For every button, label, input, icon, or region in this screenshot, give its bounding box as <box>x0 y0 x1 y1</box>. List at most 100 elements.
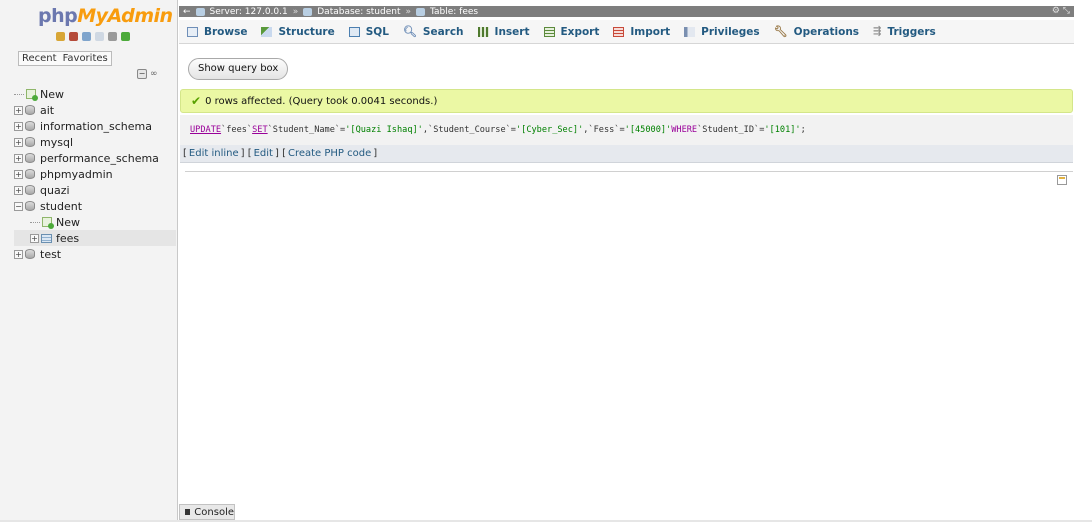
query-action-links: [Edit inline] [Edit] [Create PHP code] <box>180 145 1073 163</box>
page-settings-icon[interactable] <box>1057 175 1067 185</box>
sql-string: '[Quazi Ishaq]' <box>345 125 423 135</box>
tree-item-fees[interactable]: + fees <box>14 230 176 246</box>
expand-icon[interactable]: + <box>14 153 23 163</box>
tab-structure[interactable]: Structure <box>261 26 335 38</box>
tab-insert[interactable]: Insert <box>477 25 530 38</box>
tab-operations[interactable]: 🔧︎ Operations <box>774 25 859 38</box>
tree-item-mysql[interactable]: + mysql <box>14 134 176 150</box>
expand-icon[interactable]: + <box>14 185 23 195</box>
database-icon <box>25 169 35 179</box>
tree-item-label: test <box>40 247 62 261</box>
tree-item-label: quazi <box>40 183 70 197</box>
breadcrumb-table[interactable]: Table: fees <box>430 7 478 17</box>
database-tree: New + ait + information_schema + mysql +… <box>14 86 176 262</box>
docs-icon[interactable] <box>95 32 104 41</box>
tab-export[interactable]: Export <box>543 26 599 38</box>
tree-item-label: information_schema <box>40 119 152 133</box>
tab-label: Triggers <box>887 25 936 38</box>
tab-recent[interactable]: Recent <box>19 52 60 65</box>
exit-icon[interactable] <box>69 32 78 41</box>
tree-item-label: student <box>40 199 83 213</box>
table-tabs: Browse Structure SQL 🔍︎ Search Insert Ex… <box>179 20 1074 44</box>
tab-favorites[interactable]: Favorites <box>60 52 111 65</box>
database-icon <box>25 185 35 195</box>
console-button[interactable]: Console <box>179 504 235 520</box>
database-icon <box>25 249 35 259</box>
expand-icon[interactable]: + <box>14 105 23 115</box>
collapse-arrow-icon[interactable]: ⤡ <box>1063 6 1070 16</box>
bracket: ] [ <box>240 148 252 159</box>
tree-item-ait[interactable]: + ait <box>14 102 176 118</box>
database-icon <box>25 201 35 211</box>
sql-query-display: UPDATE `fees` SET `Student_Name`= '[Quazi… <box>180 115 1073 145</box>
tree-item-label: phpmyadmin <box>40 167 113 181</box>
browse-icon <box>187 26 198 37</box>
navigation-panel: phpMyAdmin Recent Favorites − ∞ New + ai… <box>0 0 178 520</box>
edit-link[interactable]: Edit <box>254 148 273 159</box>
breadcrumb-server[interactable]: Server: 127.0.0.1 <box>210 7 288 17</box>
expand-icon[interactable]: + <box>14 249 23 259</box>
nav-quick-icons <box>56 32 130 41</box>
tree-item-student[interactable]: − student <box>14 198 176 214</box>
sql-string: '[45000]' <box>624 125 672 135</box>
home-icon[interactable] <box>56 32 65 41</box>
tree-item-student-new[interactable]: New <box>14 214 176 230</box>
sql-keyword-where: WHERE <box>671 125 698 135</box>
expand-icon[interactable]: + <box>14 169 23 179</box>
tab-label: Browse <box>204 25 248 38</box>
table-icon <box>416 7 426 16</box>
logo-php-text: php <box>38 5 78 27</box>
sql-text: `Student_ID`= <box>697 125 765 135</box>
bracket: ] [ <box>274 148 286 159</box>
structure-icon <box>261 26 273 37</box>
sql-string: '[Cyber_Sec]' <box>515 125 584 135</box>
show-query-box-button[interactable]: Show query box <box>188 58 289 80</box>
tree-item-new[interactable]: New <box>14 86 176 102</box>
create-php-code-link[interactable]: Create PHP code <box>288 148 371 159</box>
tab-triggers[interactable]: ⇶ Triggers <box>873 26 936 38</box>
console-label: Console <box>194 506 234 518</box>
new-database-icon <box>26 89 38 101</box>
back-arrow-icon[interactable]: ← <box>183 7 191 17</box>
collapse-icon[interactable]: − <box>14 201 23 211</box>
sql-keyword-update[interactable]: UPDATE <box>190 125 221 135</box>
reload-icon[interactable] <box>121 32 130 41</box>
expand-icon[interactable]: + <box>14 137 23 147</box>
collapse-all-icon[interactable]: − <box>137 69 147 79</box>
link-with-main-icon[interactable]: ∞ <box>150 69 158 79</box>
tree-item-label: New <box>40 87 64 101</box>
sql-text: `Student_Name`= <box>267 125 346 135</box>
tree-connector <box>14 93 24 95</box>
sql-string: '[101]' <box>764 125 801 135</box>
check-icon: ✔ <box>191 94 202 108</box>
tree-item-performance-schema[interactable]: + performance_schema <box>14 150 176 166</box>
wrench-icon: 🔧︎ <box>773 25 788 38</box>
tree-controls: − ∞ <box>137 69 158 79</box>
tab-import[interactable]: Import <box>613 26 670 38</box>
edit-inline-link[interactable]: Edit inline <box>189 148 239 159</box>
phpmyadmin-logo[interactable]: phpMyAdmin <box>38 5 173 27</box>
gear-icon[interactable]: ⚙ <box>1052 6 1060 16</box>
tab-privileges[interactable]: Privileges <box>684 26 760 38</box>
phpmyadmin-window: phpMyAdmin Recent Favorites − ∞ New + ai… <box>0 0 1092 532</box>
tab-label: Operations <box>793 25 860 38</box>
breadcrumb-database[interactable]: Database: student <box>317 7 400 17</box>
tab-browse[interactable]: Browse <box>187 26 247 38</box>
sql-text: ,`Fess`= <box>583 125 625 135</box>
tree-item-information-schema[interactable]: + information_schema <box>14 118 176 134</box>
sql-keyword-set[interactable]: SET <box>252 125 268 135</box>
sql-icon <box>348 26 360 37</box>
tree-item-label: ait <box>40 103 55 117</box>
tab-label: Insert <box>494 25 530 38</box>
settings-icon[interactable] <box>108 32 117 41</box>
expand-icon[interactable]: + <box>14 121 23 131</box>
tree-item-quazi[interactable]: + quazi <box>14 182 176 198</box>
tab-sql[interactable]: SQL <box>348 26 389 38</box>
tree-item-phpmyadmin[interactable]: + phpmyadmin <box>14 166 176 182</box>
expand-icon[interactable]: + <box>30 233 39 243</box>
breadcrumb-separator: » <box>405 6 412 17</box>
tree-item-test[interactable]: + test <box>14 246 176 262</box>
query-window-icon[interactable] <box>82 32 91 41</box>
tab-search[interactable]: 🔍︎ Search <box>403 25 464 38</box>
search-icon: 🔍︎ <box>402 25 417 38</box>
